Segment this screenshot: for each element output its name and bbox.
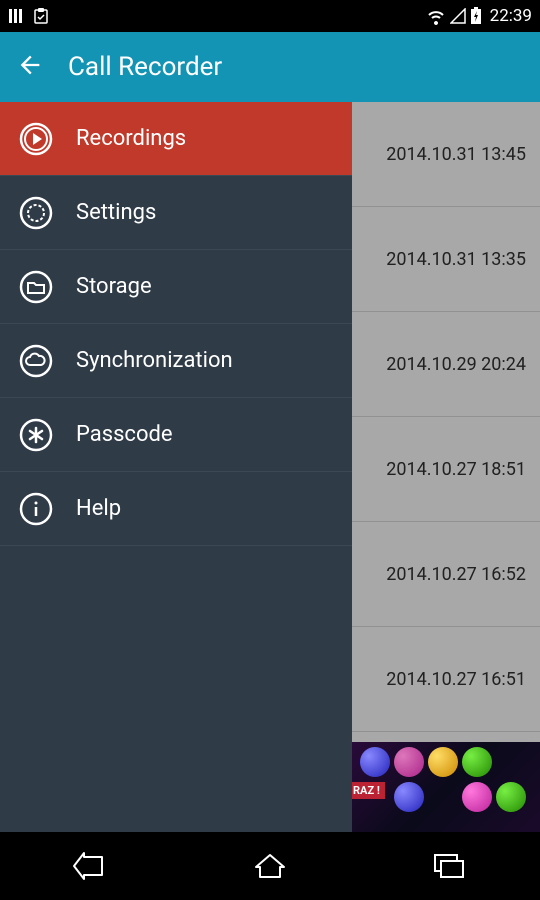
back-arrow-icon[interactable] (16, 51, 44, 83)
drawer-item-synchronization[interactable]: Synchronization (0, 324, 352, 398)
clipboard-icon (32, 7, 50, 25)
ad-banner[interactable]: RAZ ! (352, 742, 540, 832)
gem-icon (428, 747, 458, 777)
gem-icon (462, 747, 492, 777)
drawer-item-label: Recordings (76, 126, 186, 151)
battery-charging-icon (470, 7, 482, 25)
drawer-item-passcode[interactable]: Passcode (0, 398, 352, 472)
status-bar: 22:39 (0, 0, 540, 32)
content-area: 2014.10.31 13:45 2014.10.31 13:35 2014.1… (0, 102, 540, 832)
drawer-item-label: Help (76, 496, 121, 521)
app-bar: Call Recorder (0, 32, 540, 102)
nav-back-button[interactable] (50, 846, 130, 886)
nav-home-button[interactable] (230, 846, 310, 886)
drawer-item-label: Passcode (76, 422, 173, 447)
drawer-item-label: Synchronization (76, 348, 233, 373)
drawer-item-recordings[interactable]: Recordings (0, 102, 352, 176)
wifi-icon (426, 7, 446, 25)
bars-icon (8, 7, 26, 25)
page-title: Call Recorder (68, 52, 222, 82)
drawer-item-settings[interactable]: Settings (0, 176, 352, 250)
ad-tag: RAZ ! (352, 782, 385, 799)
status-time: 22:39 (490, 6, 532, 26)
gem-icon (496, 782, 526, 812)
system-nav-bar (0, 832, 540, 900)
drawer-item-label: Storage (76, 274, 152, 299)
info-icon (18, 491, 54, 527)
drawer-item-help[interactable]: Help (0, 472, 352, 546)
drawer-item-storage[interactable]: Storage (0, 250, 352, 324)
signal-icon (450, 8, 466, 24)
asterisk-icon (18, 417, 54, 453)
cloud-icon (18, 343, 54, 379)
folder-icon (18, 269, 54, 305)
gem-icon (462, 782, 492, 812)
navigation-drawer: Recordings Settings Storage Synchronizat… (0, 102, 352, 832)
drawer-item-label: Settings (76, 200, 156, 225)
nav-recent-button[interactable] (410, 846, 490, 886)
gear-icon (18, 195, 54, 231)
play-icon (18, 121, 54, 157)
gem-icon (360, 747, 390, 777)
gem-icon (394, 782, 424, 812)
gem-icon (394, 747, 424, 777)
